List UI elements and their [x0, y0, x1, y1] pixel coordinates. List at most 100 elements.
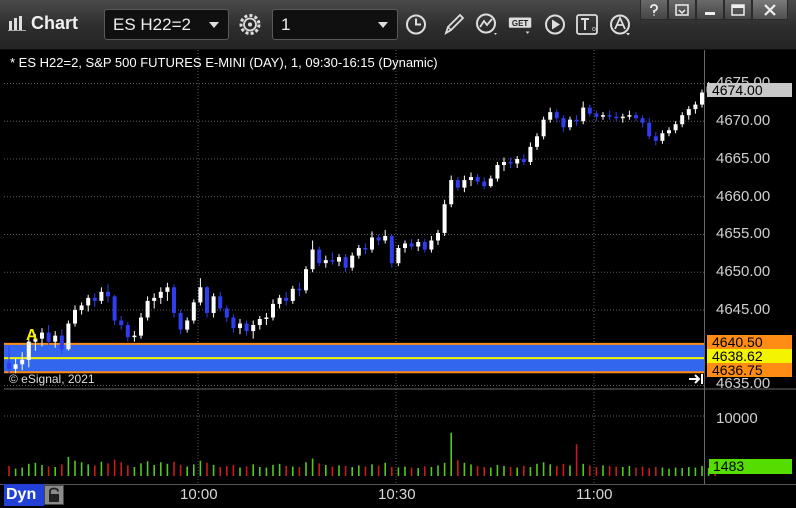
svg-text:o: o	[592, 26, 596, 33]
candle-body	[601, 115, 605, 117]
candle-body	[350, 255, 355, 268]
candle-body	[403, 243, 407, 249]
maximize-button[interactable]	[724, 0, 752, 20]
text-icon: o	[576, 14, 598, 35]
candle-body	[86, 297, 91, 306]
candle-body	[198, 287, 203, 303]
candle-body	[13, 364, 18, 369]
volume-tick: 10000	[716, 410, 758, 427]
candle-body	[211, 296, 216, 313]
candle-body	[396, 248, 401, 264]
candle-body	[554, 112, 559, 119]
window-title: Chart	[31, 13, 79, 33]
candle-body	[508, 161, 513, 164]
candle-body	[627, 115, 632, 117]
interval-combo[interactable]: 1	[272, 9, 398, 40]
candle-body	[449, 180, 454, 205]
candle-body	[59, 335, 64, 350]
alerts-button[interactable]	[606, 9, 634, 40]
close-button[interactable]	[752, 0, 788, 20]
candle-body	[264, 317, 269, 320]
upper-level-flag: 4640.50	[707, 335, 792, 349]
candle-body	[145, 300, 150, 318]
candle-body	[284, 297, 289, 301]
candle-body	[165, 287, 170, 292]
candle-body	[323, 260, 328, 264]
candle-body	[442, 204, 447, 233]
candle-body	[205, 287, 209, 313]
price-tick: 4670.00	[716, 112, 771, 129]
help-button[interactable]	[640, 0, 668, 20]
chevron-down-icon[interactable]	[378, 22, 388, 28]
replay-button[interactable]	[541, 9, 569, 40]
candle-body	[106, 291, 110, 297]
candle-body	[429, 240, 434, 250]
dynamic-badge[interactable]: Dyn	[4, 484, 44, 506]
candle-body	[482, 181, 487, 187]
candle-body	[172, 287, 176, 313]
candle-body	[363, 248, 368, 250]
candle-body	[667, 130, 671, 134]
candle-body	[46, 332, 51, 342]
restore-button[interactable]	[668, 0, 696, 20]
chevron-down-icon[interactable]	[209, 22, 219, 28]
candle-body	[462, 180, 467, 188]
candle-body	[158, 291, 163, 298]
candle-body	[112, 296, 117, 321]
candle-body	[257, 319, 262, 326]
candle-body	[614, 116, 619, 119]
candle-body	[561, 118, 566, 128]
candle-body	[53, 335, 58, 342]
copyright: © eSignal, 2021	[9, 372, 95, 386]
candle-body	[416, 242, 421, 247]
candle-body	[277, 297, 282, 304]
scroll-to-end-icon[interactable]	[688, 372, 704, 386]
symbol-combo[interactable]: ES H22=2	[104, 9, 229, 40]
candle-body	[66, 323, 71, 350]
help-icon	[650, 3, 658, 15]
minimize-icon	[705, 11, 715, 15]
candle-body	[581, 107, 586, 122]
candle-body	[238, 323, 242, 329]
candle-body	[191, 302, 196, 321]
candle-body	[297, 288, 302, 291]
candle-body	[337, 257, 341, 262]
price-tick: 4655.00	[716, 225, 771, 242]
candle-body	[376, 237, 381, 241]
candle-body	[535, 136, 539, 147]
lower-level-flag: 4636.75	[707, 363, 792, 377]
candle-body	[653, 136, 658, 141]
drawing-tools-button[interactable]	[440, 9, 468, 40]
lock-icon	[49, 487, 59, 502]
candle-body	[132, 335, 137, 338]
chart-app-icon	[8, 16, 26, 31]
window-controls	[640, 0, 788, 20]
chart-settings-button[interactable]	[236, 9, 264, 40]
text-tool-button[interactable]: o	[573, 9, 601, 40]
candle-body	[455, 180, 460, 188]
time-tick: 11:00	[576, 486, 613, 503]
price-chart[interactable]	[0, 50, 796, 484]
a-marker[interactable]: A	[26, 327, 38, 345]
study-icon	[476, 13, 497, 35]
candle-body	[436, 232, 440, 241]
close-icon	[764, 3, 776, 16]
candle-body	[548, 112, 553, 120]
candle-body	[310, 249, 315, 270]
candle-body	[125, 325, 130, 338]
lock-button[interactable]	[44, 485, 64, 505]
minimize-button[interactable]	[696, 0, 724, 20]
clock-icon	[406, 14, 426, 35]
studies-button[interactable]	[473, 9, 501, 40]
alert-icon	[610, 14, 630, 36]
candle-body	[224, 308, 229, 318]
get-data-button[interactable]: GET	[507, 9, 537, 40]
candle-body	[290, 288, 295, 301]
candle-body	[693, 104, 698, 110]
candle-body	[634, 115, 638, 119]
price-tick: 4660.00	[716, 188, 771, 205]
interval-value: 1	[281, 15, 291, 34]
time-template-button[interactable]	[402, 9, 430, 40]
candle-body	[7, 362, 11, 369]
candle-body	[528, 146, 533, 162]
